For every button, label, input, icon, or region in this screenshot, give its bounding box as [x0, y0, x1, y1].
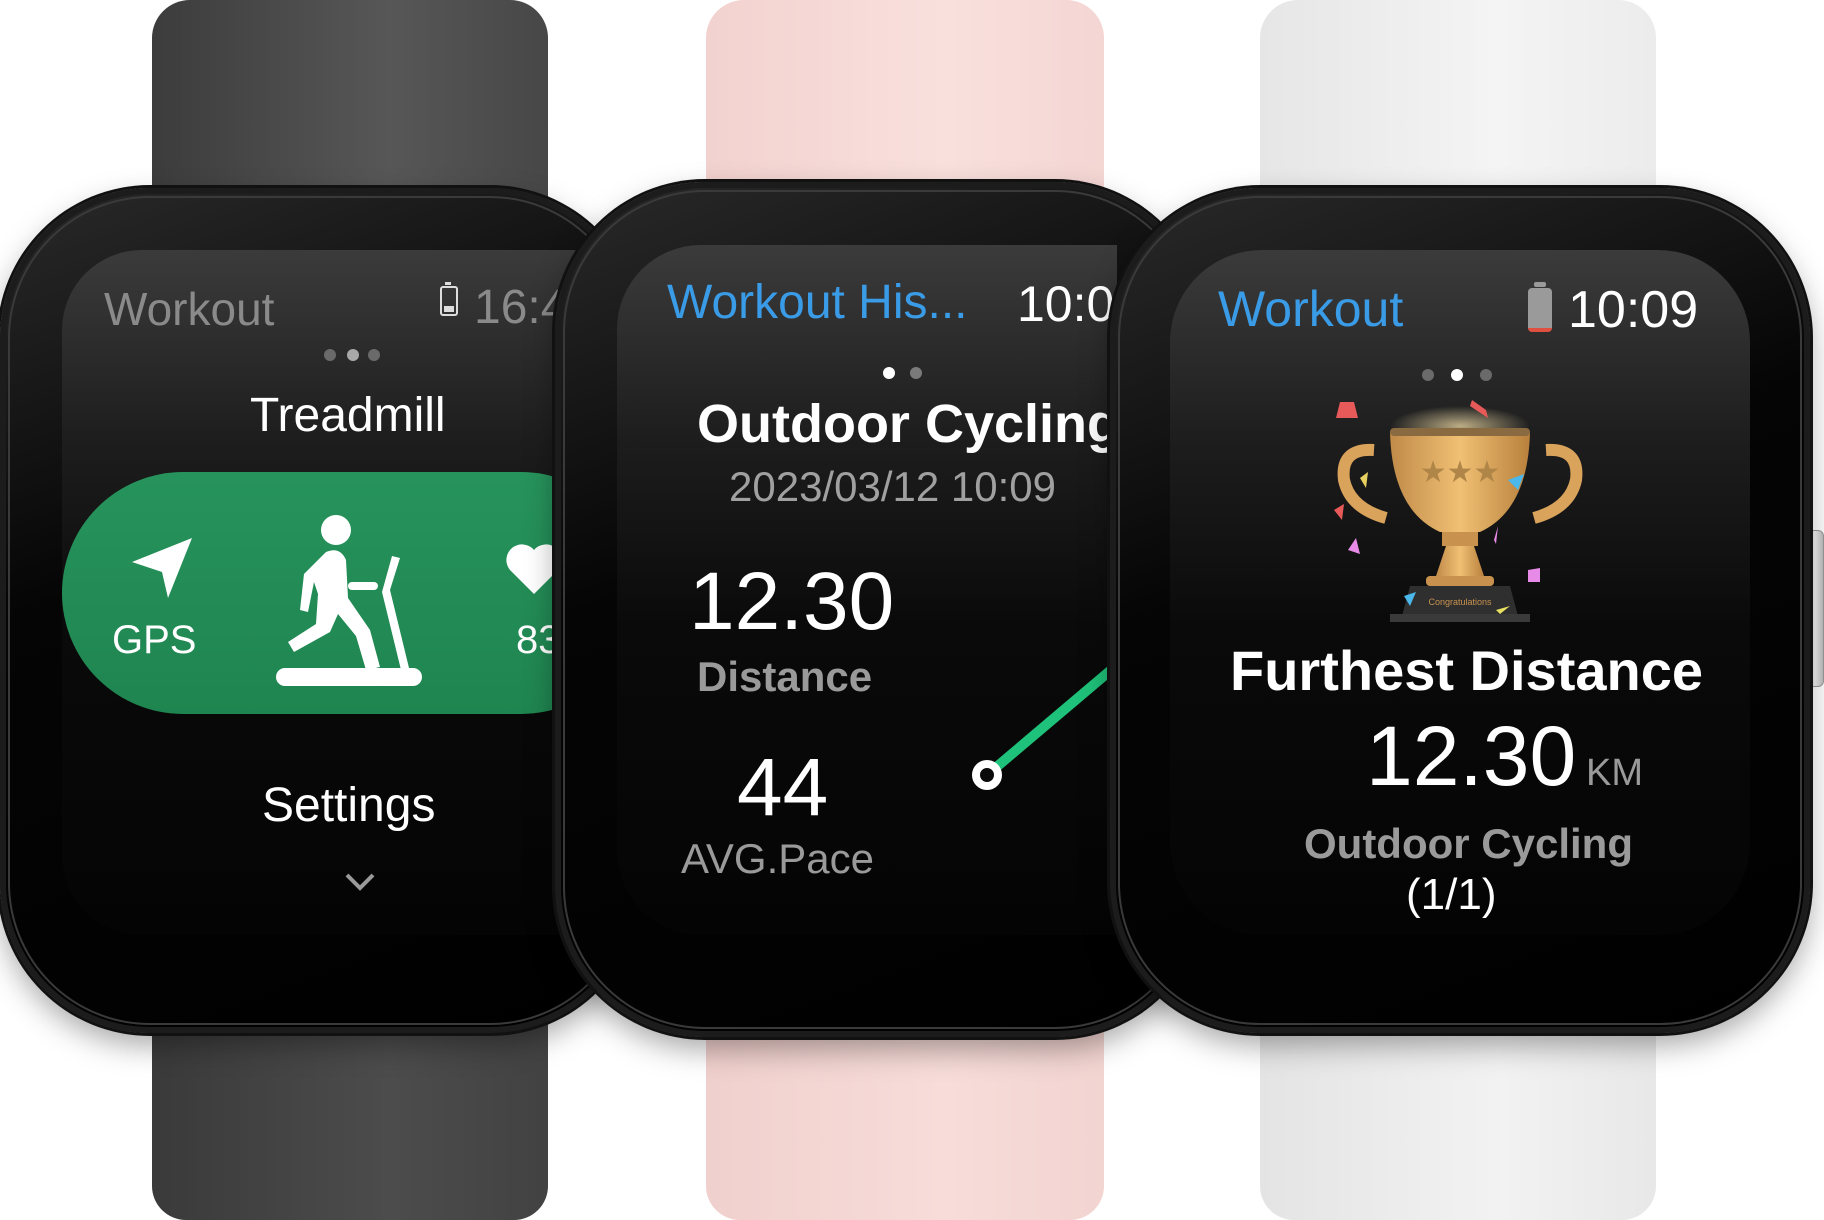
heart-rate-value: 83: [516, 618, 561, 662]
status-time: 10:09: [1017, 276, 1117, 332]
chevron-down-icon[interactable]: [344, 872, 376, 892]
band-bottom-black: [152, 1010, 548, 1220]
avg-pace-value: 44: [737, 742, 829, 833]
status-time: 16:4: [474, 281, 568, 334]
gps-label: GPS: [112, 618, 197, 662]
page-dot-active: [883, 367, 895, 379]
watch-screen-workout-history: Workout His... 10:09 Outdoor Cycling 202…: [617, 245, 1117, 935]
achievement-activity: Outdoor Cycling: [1304, 820, 1633, 867]
battery-low-red-icon: [1528, 282, 1552, 332]
status-time: 10:09: [1568, 281, 1699, 339]
route-start-point: [972, 760, 1002, 790]
page-dot: [324, 349, 336, 361]
gps-arrow-icon: [132, 538, 192, 598]
confetti: [1334, 400, 1540, 614]
band-bottom-white: [1260, 1010, 1656, 1220]
activity-datetime: 2023/03/12 10:09: [729, 463, 1056, 510]
battery-low-icon: [440, 282, 458, 316]
band-top-white: [1260, 0, 1656, 210]
band-top-pink: [706, 0, 1104, 205]
route-line: [983, 661, 1117, 779]
treadmill-icon: [276, 515, 422, 686]
menu-item-treadmill[interactable]: Treadmill: [250, 388, 446, 443]
band-bottom-pink: [706, 1010, 1104, 1220]
achievement-title: Furthest Distance: [1230, 639, 1703, 702]
page-dot: [910, 367, 922, 379]
distance-value: 12.30: [689, 556, 895, 647]
avg-pace-label: AVG.Pace: [681, 835, 874, 882]
watch-screen-workout-menu: Workout 16:4 Treadmill GPS 83 Settings: [62, 250, 582, 935]
band-top-black: [152, 0, 548, 210]
activity-name: Outdoor Cycling: [697, 394, 1117, 454]
achievement-value: 12.30: [1366, 709, 1577, 803]
achievement-unit: KM: [1586, 752, 1643, 794]
screen-title: Workout: [1218, 281, 1404, 337]
screen-title: Workout: [104, 283, 275, 335]
page-dot: [368, 349, 380, 361]
menu-item-settings[interactable]: Settings: [262, 778, 435, 833]
page-dot-active: [347, 349, 359, 361]
watch-screen-achievement: Workout 10:09 ★★★ Congratulations Furthe…: [1170, 250, 1750, 935]
route-map: [972, 661, 1117, 790]
distance-label: Distance: [697, 653, 873, 700]
selected-workout-card[interactable]: GPS 83: [62, 472, 582, 714]
achievement-count: (1/1): [1406, 870, 1497, 919]
screen-title: Workout His...: [667, 276, 968, 329]
